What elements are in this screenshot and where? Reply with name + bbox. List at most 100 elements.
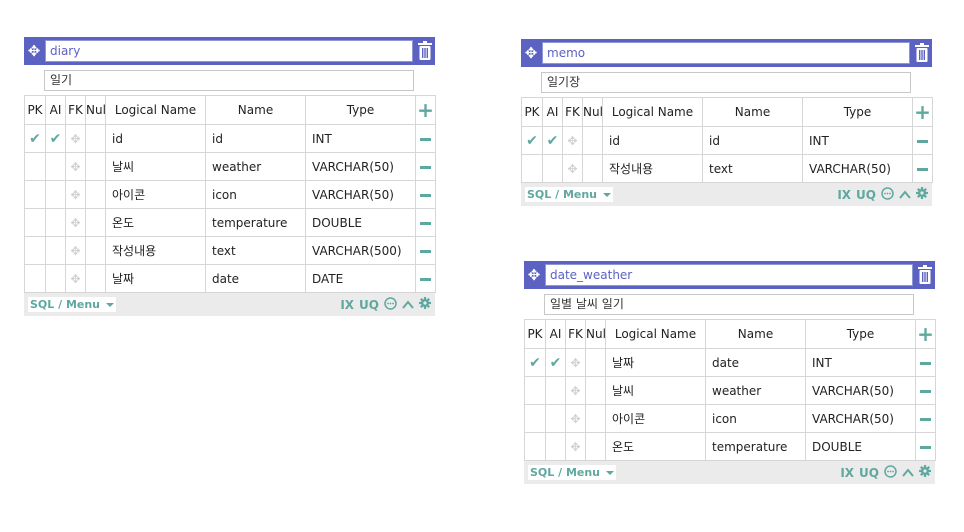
trash-icon[interactable] — [917, 265, 933, 285]
null-toggle[interactable] — [85, 124, 106, 153]
logical-name-cell[interactable]: 아이콘 — [105, 180, 206, 209]
unique-button[interactable]: UQ — [359, 298, 379, 312]
pk-toggle[interactable] — [24, 236, 46, 265]
gear-icon[interactable] — [419, 297, 431, 312]
type-cell[interactable]: INT — [802, 126, 913, 155]
comment-icon[interactable] — [384, 296, 397, 313]
remove-column-button[interactable] — [415, 236, 436, 265]
pk-toggle[interactable]: ✔ — [521, 126, 543, 155]
type-cell[interactable]: DOUBLE — [805, 432, 916, 461]
logical-name-cell[interactable]: 작성내용 — [602, 154, 703, 183]
gear-icon[interactable] — [916, 187, 928, 202]
fk-toggle[interactable]: ✥ — [65, 180, 86, 209]
ai-toggle[interactable] — [45, 180, 66, 209]
name-cell[interactable]: text — [205, 236, 306, 265]
minus-icon[interactable] — [920, 417, 931, 421]
minus-icon[interactable] — [420, 249, 431, 253]
fk-toggle[interactable]: ✥ — [565, 348, 586, 377]
null-toggle[interactable] — [585, 348, 606, 377]
move-arrows-icon[interactable]: ✥ — [24, 37, 44, 65]
table-comment-input[interactable]: 일기장 — [541, 72, 911, 93]
type-cell[interactable]: INT — [305, 124, 416, 153]
ai-toggle[interactable] — [45, 264, 66, 293]
remove-column-button[interactable] — [415, 124, 436, 153]
plus-icon[interactable]: + — [917, 322, 934, 346]
null-toggle[interactable] — [85, 264, 106, 293]
table-comment-input[interactable]: 일기 — [44, 70, 414, 91]
add-column-button[interactable]: + — [915, 319, 936, 349]
pk-toggle[interactable]: ✔ — [24, 124, 46, 153]
comment-icon[interactable] — [881, 186, 894, 203]
name-cell[interactable]: temperature — [705, 432, 806, 461]
trash-icon[interactable] — [417, 41, 433, 61]
minus-icon[interactable] — [920, 361, 931, 365]
fk-toggle[interactable]: ✥ — [565, 404, 586, 433]
add-column-button[interactable]: + — [415, 95, 436, 125]
name-cell[interactable]: temperature — [205, 208, 306, 237]
pk-toggle[interactable] — [524, 376, 546, 405]
type-cell[interactable]: INT — [805, 348, 916, 377]
table-name-input[interactable]: diary — [45, 40, 413, 62]
type-cell[interactable]: DATE — [305, 264, 416, 293]
null-toggle[interactable] — [85, 152, 106, 181]
fk-toggle[interactable]: ✥ — [65, 236, 86, 265]
logical-name-cell[interactable]: 날짜 — [605, 348, 706, 377]
remove-column-button[interactable] — [415, 264, 436, 293]
trash-icon[interactable] — [914, 43, 930, 63]
null-toggle[interactable] — [582, 154, 603, 183]
unique-button[interactable]: UQ — [859, 466, 879, 480]
remove-column-button[interactable] — [415, 208, 436, 237]
ai-toggle[interactable] — [545, 376, 566, 405]
move-arrows-icon[interactable]: ✥ — [524, 261, 544, 289]
erd-table-memo[interactable]: ✥memo일기장PKAIFKNullLogical NameNameType+✔… — [521, 39, 933, 206]
chevron-up-icon[interactable] — [402, 298, 414, 312]
null-toggle[interactable] — [585, 376, 606, 405]
pk-toggle[interactable] — [521, 154, 543, 183]
erd-table-date-weather[interactable]: ✥date_weather일별 날씨 일기PKAIFKNullLogical N… — [524, 261, 936, 484]
minus-icon[interactable] — [420, 165, 431, 169]
pk-toggle[interactable] — [24, 180, 46, 209]
ai-toggle[interactable] — [545, 404, 566, 433]
table-name-input[interactable]: memo — [542, 42, 910, 64]
logical-name-cell[interactable]: 온도 — [605, 432, 706, 461]
minus-icon[interactable] — [420, 137, 431, 141]
null-toggle[interactable] — [582, 126, 603, 155]
comment-icon[interactable] — [884, 464, 897, 481]
fk-toggle[interactable]: ✥ — [65, 208, 86, 237]
ai-toggle[interactable]: ✔ — [45, 124, 66, 153]
fk-toggle[interactable]: ✥ — [565, 376, 586, 405]
logical-name-cell[interactable]: 작성내용 — [105, 236, 206, 265]
add-column-button[interactable]: + — [912, 97, 933, 127]
null-toggle[interactable] — [85, 236, 106, 265]
name-cell[interactable]: id — [205, 124, 306, 153]
ai-toggle[interactable] — [45, 236, 66, 265]
null-toggle[interactable] — [85, 208, 106, 237]
fk-toggle[interactable]: ✥ — [565, 432, 586, 461]
sql-menu-button[interactable]: SQL / Menu — [28, 297, 116, 312]
pk-toggle[interactable] — [24, 208, 46, 237]
null-toggle[interactable] — [85, 180, 106, 209]
name-cell[interactable]: text — [702, 154, 803, 183]
null-toggle[interactable] — [585, 432, 606, 461]
minus-icon[interactable] — [420, 277, 431, 281]
table-comment-input[interactable]: 일별 날씨 일기 — [544, 294, 914, 315]
pk-toggle[interactable] — [24, 264, 46, 293]
index-button[interactable]: IX — [840, 466, 854, 480]
remove-column-button[interactable] — [915, 432, 936, 461]
logical-name-cell[interactable]: 아이콘 — [605, 404, 706, 433]
minus-icon[interactable] — [917, 167, 928, 171]
remove-column-button[interactable] — [415, 180, 436, 209]
minus-icon[interactable] — [917, 139, 928, 143]
ai-toggle[interactable] — [45, 152, 66, 181]
fk-toggle[interactable]: ✥ — [562, 154, 583, 183]
index-button[interactable]: IX — [340, 298, 354, 312]
logical-name-cell[interactable]: 날씨 — [605, 376, 706, 405]
name-cell[interactable]: weather — [205, 152, 306, 181]
ai-toggle[interactable]: ✔ — [542, 126, 563, 155]
remove-column-button[interactable] — [915, 348, 936, 377]
name-cell[interactable]: date — [205, 264, 306, 293]
remove-column-button[interactable] — [415, 152, 436, 181]
chevron-up-icon[interactable] — [899, 188, 911, 202]
name-cell[interactable]: weather — [705, 376, 806, 405]
null-toggle[interactable] — [585, 404, 606, 433]
